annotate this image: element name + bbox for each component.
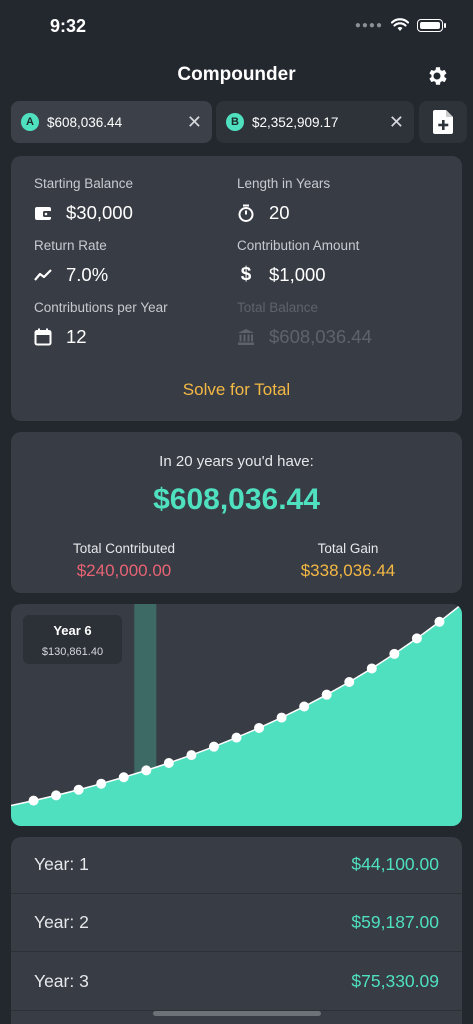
page-title: Compounder (177, 64, 296, 85)
data-point[interactable] (186, 750, 197, 761)
total-gain-label: Total Gain (317, 541, 379, 556)
return-rate-field[interactable]: 7.0% (34, 264, 108, 286)
calendar-icon (34, 328, 52, 346)
tab-scenario-a[interactable]: A $608,036.44 ✕ (11, 101, 212, 143)
chart-tooltip: Year 6 $130,861.40 (23, 615, 122, 664)
status-icons: ●●●● (354, 18, 446, 32)
data-point[interactable] (344, 677, 355, 688)
wallet-icon (35, 207, 52, 220)
stopwatch-icon (238, 204, 254, 222)
data-point[interactable] (73, 784, 84, 795)
bank-icon (238, 329, 254, 345)
data-point[interactable] (96, 778, 107, 789)
wifi-icon (391, 18, 409, 31)
starting-balance-field[interactable]: $30,000 (34, 202, 133, 224)
length-years-field[interactable]: 20 (237, 202, 290, 224)
contributions-per-year-label: Contributions per Year (34, 300, 168, 315)
result-total: $608,036.44 (153, 483, 320, 516)
battery-icon (417, 18, 446, 32)
dollar-icon: $ (240, 264, 252, 285)
total-balance-value: $608,036.44 (269, 326, 372, 347)
new-document-icon (433, 110, 453, 134)
tooltip-title: Year 6 (53, 623, 92, 638)
signal-icon: ●●●● (354, 19, 383, 31)
row-year: Year: 2 (34, 912, 89, 932)
data-point[interactable] (28, 795, 39, 806)
result-headline: In 20 years you'd have: (159, 453, 314, 470)
add-scenario-button[interactable] (419, 101, 467, 143)
data-point[interactable] (118, 772, 129, 783)
data-point[interactable] (141, 765, 152, 776)
scenario-badge: B (226, 113, 244, 131)
tab-amount: $2,352,909.17 (252, 114, 339, 130)
row-value: $75,330.09 (351, 971, 439, 991)
close-icon[interactable]: ✕ (187, 112, 202, 133)
data-point[interactable] (389, 648, 400, 659)
data-point[interactable] (299, 701, 310, 712)
contribution-amount-value: $1,000 (269, 264, 326, 285)
home-indicator (153, 1011, 321, 1016)
data-point[interactable] (276, 712, 287, 723)
starting-balance-value: $30,000 (66, 202, 133, 223)
return-rate-label: Return Rate (34, 238, 107, 253)
total-balance-label: Total Balance (237, 300, 319, 315)
contributions-per-year-value: 12 (66, 326, 87, 347)
contribution-amount-label: Contribution Amount (237, 238, 360, 253)
data-point[interactable] (208, 741, 219, 752)
data-point[interactable] (366, 663, 377, 674)
starting-balance-label: Starting Balance (34, 176, 134, 191)
table-row[interactable]: Year: 3 $75,330.09 (11, 953, 462, 1011)
solve-button[interactable]: Solve for Total (11, 380, 462, 400)
row-year: Year: 1 (34, 854, 89, 874)
gear-icon[interactable] (425, 64, 449, 88)
length-years-label: Length in Years (237, 176, 331, 191)
total-balance-field: $608,036.44 (237, 326, 372, 348)
table-row[interactable]: Year: 2 $59,187.00 (11, 894, 462, 952)
data-point[interactable] (231, 732, 242, 743)
total-contributed-label: Total Contributed (72, 541, 176, 556)
length-years-value: 20 (269, 202, 290, 223)
scenario-badge: A (21, 113, 39, 131)
data-point[interactable] (434, 616, 445, 627)
contribution-amount-field[interactable]: $ $1,000 (237, 264, 326, 286)
table-row[interactable]: Year: 1 $44,100.00 (11, 836, 462, 894)
contributions-per-year-field[interactable]: 12 (34, 326, 87, 348)
close-icon[interactable]: ✕ (389, 112, 404, 133)
trending-up-icon (34, 269, 52, 281)
data-point[interactable] (163, 757, 174, 768)
tooltip-value: $130,861.40 (41, 646, 104, 658)
row-year: Year: 3 (34, 971, 89, 991)
row-value: $59,187.00 (351, 912, 439, 932)
data-point[interactable] (411, 633, 422, 644)
status-time: 9:32 (50, 16, 87, 36)
row-value: $44,100.00 (351, 854, 439, 874)
tab-amount: $608,036.44 (47, 114, 123, 130)
data-point[interactable] (321, 689, 332, 700)
tab-scenario-b[interactable]: B $2,352,909.17 ✕ (216, 101, 414, 143)
data-point[interactable] (51, 790, 62, 801)
total-contributed-value: $240,000.00 (76, 561, 172, 580)
total-gain-value: $338,036.44 (300, 561, 396, 580)
data-point[interactable] (254, 722, 265, 733)
return-rate-value: 7.0% (66, 264, 109, 285)
